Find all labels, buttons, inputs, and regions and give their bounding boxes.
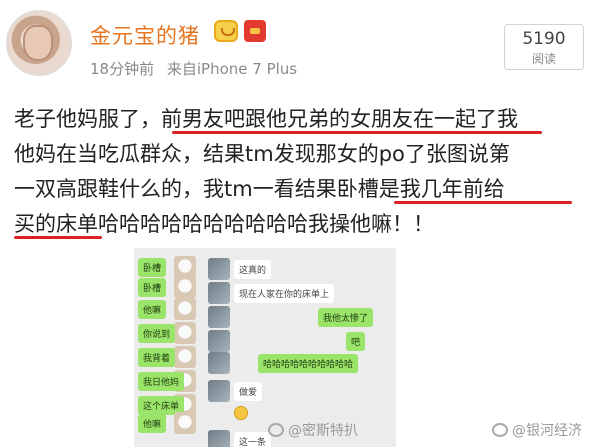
underlined-phrase: 买的床单 (14, 212, 98, 236)
chat-avatar (174, 276, 196, 298)
chat-avatar (208, 330, 230, 352)
watermark-right: @银河经济 (492, 420, 582, 440)
chat-avatar (208, 352, 230, 374)
post-time: 18分钟前 (90, 60, 155, 78)
post-line-2: 他妈在当吃瓜群众，结果tm发现那女的po了张图说第 (14, 142, 510, 166)
chat-bubble: 这真的 (234, 260, 272, 279)
chat-avatar (208, 306, 230, 328)
red-packet-badge-icon (244, 20, 266, 42)
chat-bubble: 他嘛 (138, 414, 167, 433)
read-count: 5190 (522, 29, 566, 49)
vip-badge-icon (214, 20, 238, 42)
post-source[interactable]: 来自iPhone 7 Plus (167, 60, 297, 78)
chat-avatar (174, 412, 196, 434)
weibo-icon (268, 423, 284, 437)
chat-bubble: 做爱 (234, 382, 263, 401)
username[interactable]: 金元宝的猪 (90, 20, 200, 50)
red-underline (14, 236, 102, 239)
post-text: 老子他妈服了，前男友吧跟他兄弟的女朋友在一起了我 他妈在当吃瓜群众，结果tm发现… (14, 102, 594, 242)
weibo-icon (492, 423, 508, 437)
chat-bubble: 哈哈哈哈哈哈哈哈哈哈 (258, 354, 359, 373)
chat-bubble: 你说到 (138, 324, 176, 343)
chat-avatar (174, 322, 196, 344)
watermark-left: @密斯特扒 (268, 420, 358, 440)
chat-screenshot: 卧槽 这真的 卧槽 现在人家在你的床单上 他嘛 我他太惨了 你说到吧我背着 哈哈哈哈哈哈哈哈哈… (134, 248, 396, 447)
chat-avatar (208, 282, 230, 304)
chat-avatar (208, 380, 230, 402)
chat-bubble: 我他太惨了 (318, 308, 374, 327)
emoji-icon (234, 406, 248, 420)
avatar[interactable] (6, 10, 72, 76)
chat-avatar (174, 256, 196, 278)
read-count-box: 5190 阅读 (504, 24, 584, 70)
chat-bubble: 卧槽 (138, 278, 167, 297)
underlined-phrase: 我几年前给 (399, 177, 505, 201)
chat-bubble: 现在人家在你的床单上 (234, 284, 335, 303)
red-underline (394, 201, 572, 204)
fist-image (23, 25, 53, 61)
chat-avatar (208, 258, 230, 280)
chat-bubble: 这一条 (234, 432, 272, 447)
post-meta: 18分钟前 来自iPhone 7 Plus (90, 58, 297, 79)
chat-bubble: 我日他妈 (138, 372, 185, 391)
chat-avatar (174, 346, 196, 368)
chat-avatar (208, 430, 230, 447)
red-underline (172, 131, 542, 134)
chat-bubble: 卧槽 (138, 258, 167, 277)
chat-bubble: 他嘛 (138, 300, 167, 319)
chat-bubble: 吧 (346, 332, 366, 351)
chat-avatar (174, 298, 196, 320)
underlined-phrase: 前男友吧跟他兄弟的女朋友在一起 (161, 107, 476, 131)
read-label: 阅读 (531, 52, 556, 66)
chat-bubble: 我背着 (138, 348, 176, 367)
